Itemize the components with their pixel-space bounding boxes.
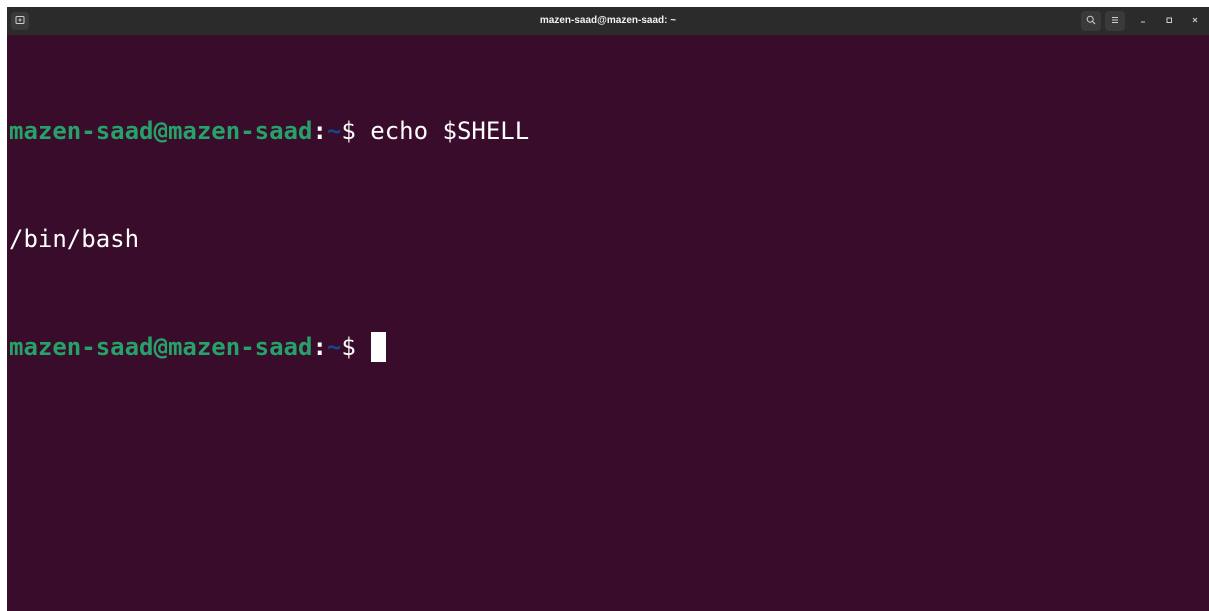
terminal-window: mazen-saad@mazen-saad: ~ mazen-saad@maze… — [7, 7, 1209, 611]
terminal-line: /bin/bash — [9, 221, 1209, 257]
prompt-user-host: mazen-saad@mazen-saad — [9, 333, 313, 361]
new-tab-icon — [15, 15, 25, 28]
command-output: /bin/bash — [9, 225, 140, 253]
prompt-path: ~ — [326, 333, 342, 361]
text-cursor — [370, 332, 386, 362]
prompt-colon: : — [312, 333, 327, 361]
minimize-button[interactable] — [1135, 13, 1151, 29]
titlebar-controls — [1081, 11, 1203, 31]
terminal-line: mazen-saad@mazen-saad: ~ $ — [9, 329, 1209, 365]
terminal-body[interactable]: mazen-saad@mazen-saad: ~ $ echo $SHELL /bi… — [7, 35, 1209, 437]
close-button[interactable] — [1187, 13, 1203, 29]
hamburger-menu-icon — [1110, 15, 1120, 28]
prompt-user-host: mazen-saad@mazen-saad — [9, 117, 313, 145]
prompt-path: ~ — [326, 117, 342, 145]
maximize-icon — [1165, 16, 1173, 27]
maximize-button[interactable] — [1161, 13, 1177, 29]
terminal-line: mazen-saad@mazen-saad: ~ $ echo $SHELL — [9, 113, 1209, 149]
search-icon — [1086, 15, 1096, 28]
command-text: echo $SHELL — [355, 117, 530, 145]
menu-button[interactable] — [1105, 11, 1125, 31]
new-tab-button[interactable] — [11, 12, 29, 30]
close-icon — [1191, 16, 1199, 27]
prompt-colon: : — [312, 117, 327, 145]
search-button[interactable] — [1081, 11, 1101, 31]
titlebar[interactable]: mazen-saad@mazen-saad: ~ — [7, 7, 1209, 35]
window-title: mazen-saad@mazen-saad: ~ — [539, 15, 677, 26]
minimize-icon — [1139, 16, 1147, 27]
prompt-symbol: $ — [341, 117, 356, 145]
prompt-symbol: $ — [341, 333, 356, 361]
